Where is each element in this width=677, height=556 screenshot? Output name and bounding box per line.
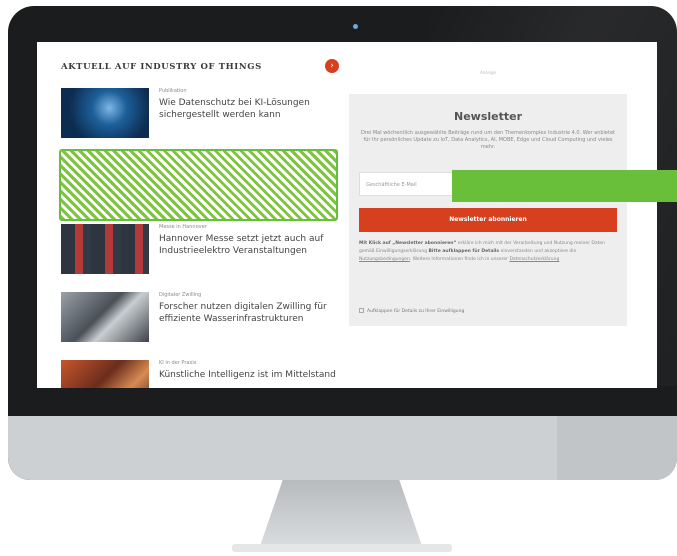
- legal-tail: einverstanden und akzeptiere die: [500, 249, 577, 254]
- article-thumbnail[interactable]: [61, 360, 149, 388]
- article-title[interactable]: Forscher nutzen digitalen Zwilling für e…: [159, 301, 347, 325]
- legal-more: . Weitere Informationen finde ich in uns…: [409, 257, 508, 262]
- legal-text: Mit Klick auf „Newsletter abonnieren“ er…: [359, 240, 617, 264]
- article-thumbnail[interactable]: [61, 224, 149, 274]
- newsletter-title: Newsletter: [453, 110, 522, 123]
- article-title[interactable]: Wie Datenschutz bei KI-Lösungen sicherge…: [159, 97, 347, 121]
- legal-expand-link[interactable]: Bitte aufklappen für Details: [429, 249, 500, 254]
- newsletter-box: Newsletter Drei Mal wöchentlich ausgewäh…: [349, 94, 627, 326]
- ad-label: Anzeige: [480, 70, 496, 75]
- article-item[interactable]: KI in der Praxis Künstliche Intelligenz …: [61, 360, 346, 388]
- subscribe-button[interactable]: Newsletter abonnieren: [359, 208, 617, 232]
- section-heading: AKTUELL AUF INDUSTRY OF THINGS: [61, 62, 262, 72]
- article-thumbnail[interactable]: [61, 88, 149, 138]
- arrow-right-icon[interactable]: ›: [325, 59, 339, 73]
- webcam-dot: [353, 24, 358, 29]
- monitor-screen: AKTUELL AUF INDUSTRY OF THINGS › Publika…: [37, 42, 657, 388]
- article-category: Digitaler Zwilling: [159, 292, 202, 298]
- monitor-chin: [8, 416, 677, 480]
- article-category: KI in der Praxis: [159, 360, 197, 366]
- monitor-foot: [232, 544, 452, 552]
- article-title[interactable]: Künstliche Intelligenz ist im Mittelstan…: [159, 369, 347, 381]
- legal-lead: Mit Klick auf „Newsletter abonnieren“: [359, 241, 457, 246]
- checkbox-icon[interactable]: [359, 308, 364, 313]
- article-thumbnail[interactable]: [61, 292, 149, 342]
- newsletter-intro: Drei Mal wöchentlich ausgewählte Beiträg…: [361, 130, 615, 150]
- highlight-bar: [452, 170, 677, 202]
- article-item[interactable]: Digitaler Zwilling Forscher nutzen digit…: [61, 292, 346, 344]
- article-category: Publikation: [159, 88, 187, 94]
- consent-toggle[interactable]: Aufklappen für Details zu Ihrer Einwilli…: [359, 308, 464, 314]
- article-item[interactable]: Publikation Wie Datenschutz bei KI-Lösun…: [61, 88, 346, 140]
- privacy-link[interactable]: Datenschutzerklärung: [509, 257, 559, 262]
- article-category: Messe in Hannover: [159, 224, 207, 230]
- terms-link[interactable]: Nutzungsbedingungen: [359, 257, 410, 262]
- article-title[interactable]: Hannover Messe setzt jetzt auch auf Indu…: [159, 233, 347, 257]
- article-item[interactable]: Messe in Hannover Hannover Messe setzt j…: [61, 224, 346, 276]
- redacted-article-placeholder: [59, 149, 338, 221]
- consent-label: Aufklappen für Details zu Ihrer Einwilli…: [367, 309, 465, 314]
- monitor-stand: [260, 480, 422, 546]
